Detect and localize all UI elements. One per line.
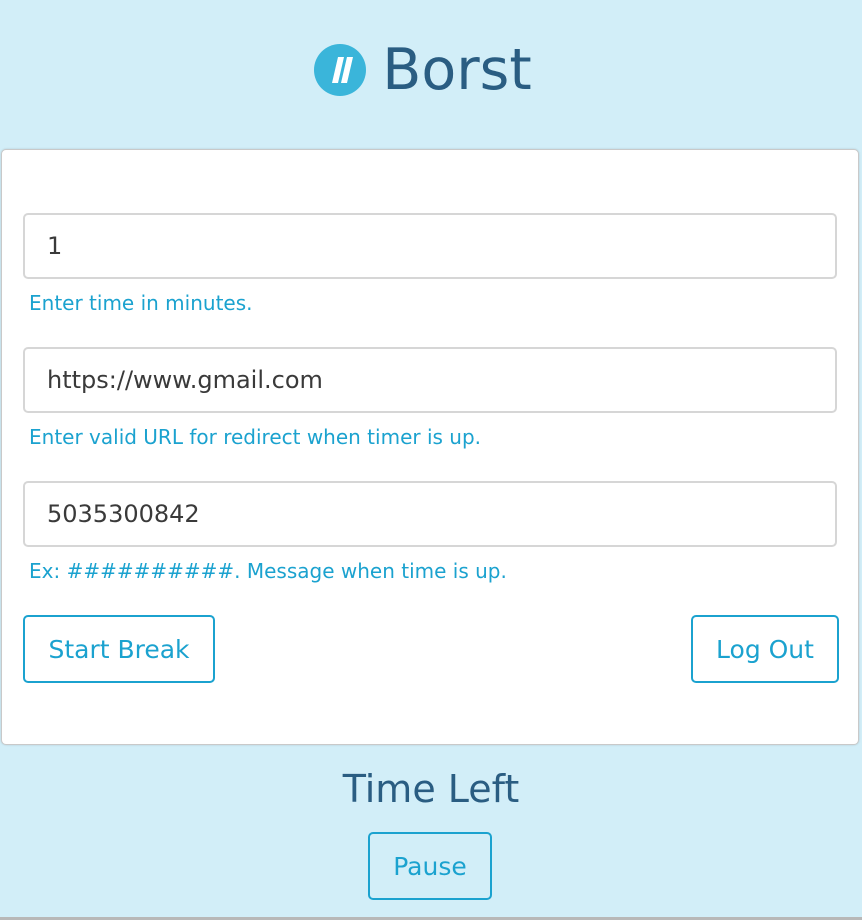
settings-card: Enter time in minutes. Enter valid URL f… <box>1 149 859 745</box>
pause-circle-icon <box>314 44 367 96</box>
start-break-button[interactable]: Start Break <box>23 615 215 683</box>
brand: Borst <box>314 36 532 103</box>
pause-button[interactable]: Pause <box>368 832 492 900</box>
phone-input[interactable] <box>23 481 837 547</box>
minutes-input[interactable] <box>23 213 837 279</box>
log-out-button[interactable]: Log Out <box>691 615 839 683</box>
app-header: Borst <box>0 0 862 148</box>
phone-help-text: Ex: ##########. Message when time is up. <box>29 559 507 583</box>
minutes-help-text: Enter time in minutes. <box>29 291 253 315</box>
time-left-heading: Time Left <box>342 767 520 811</box>
redirect-url-input[interactable] <box>23 347 837 413</box>
app-title: Borst <box>382 36 532 103</box>
redirect-url-help-text: Enter valid URL for redirect when timer … <box>29 425 482 449</box>
